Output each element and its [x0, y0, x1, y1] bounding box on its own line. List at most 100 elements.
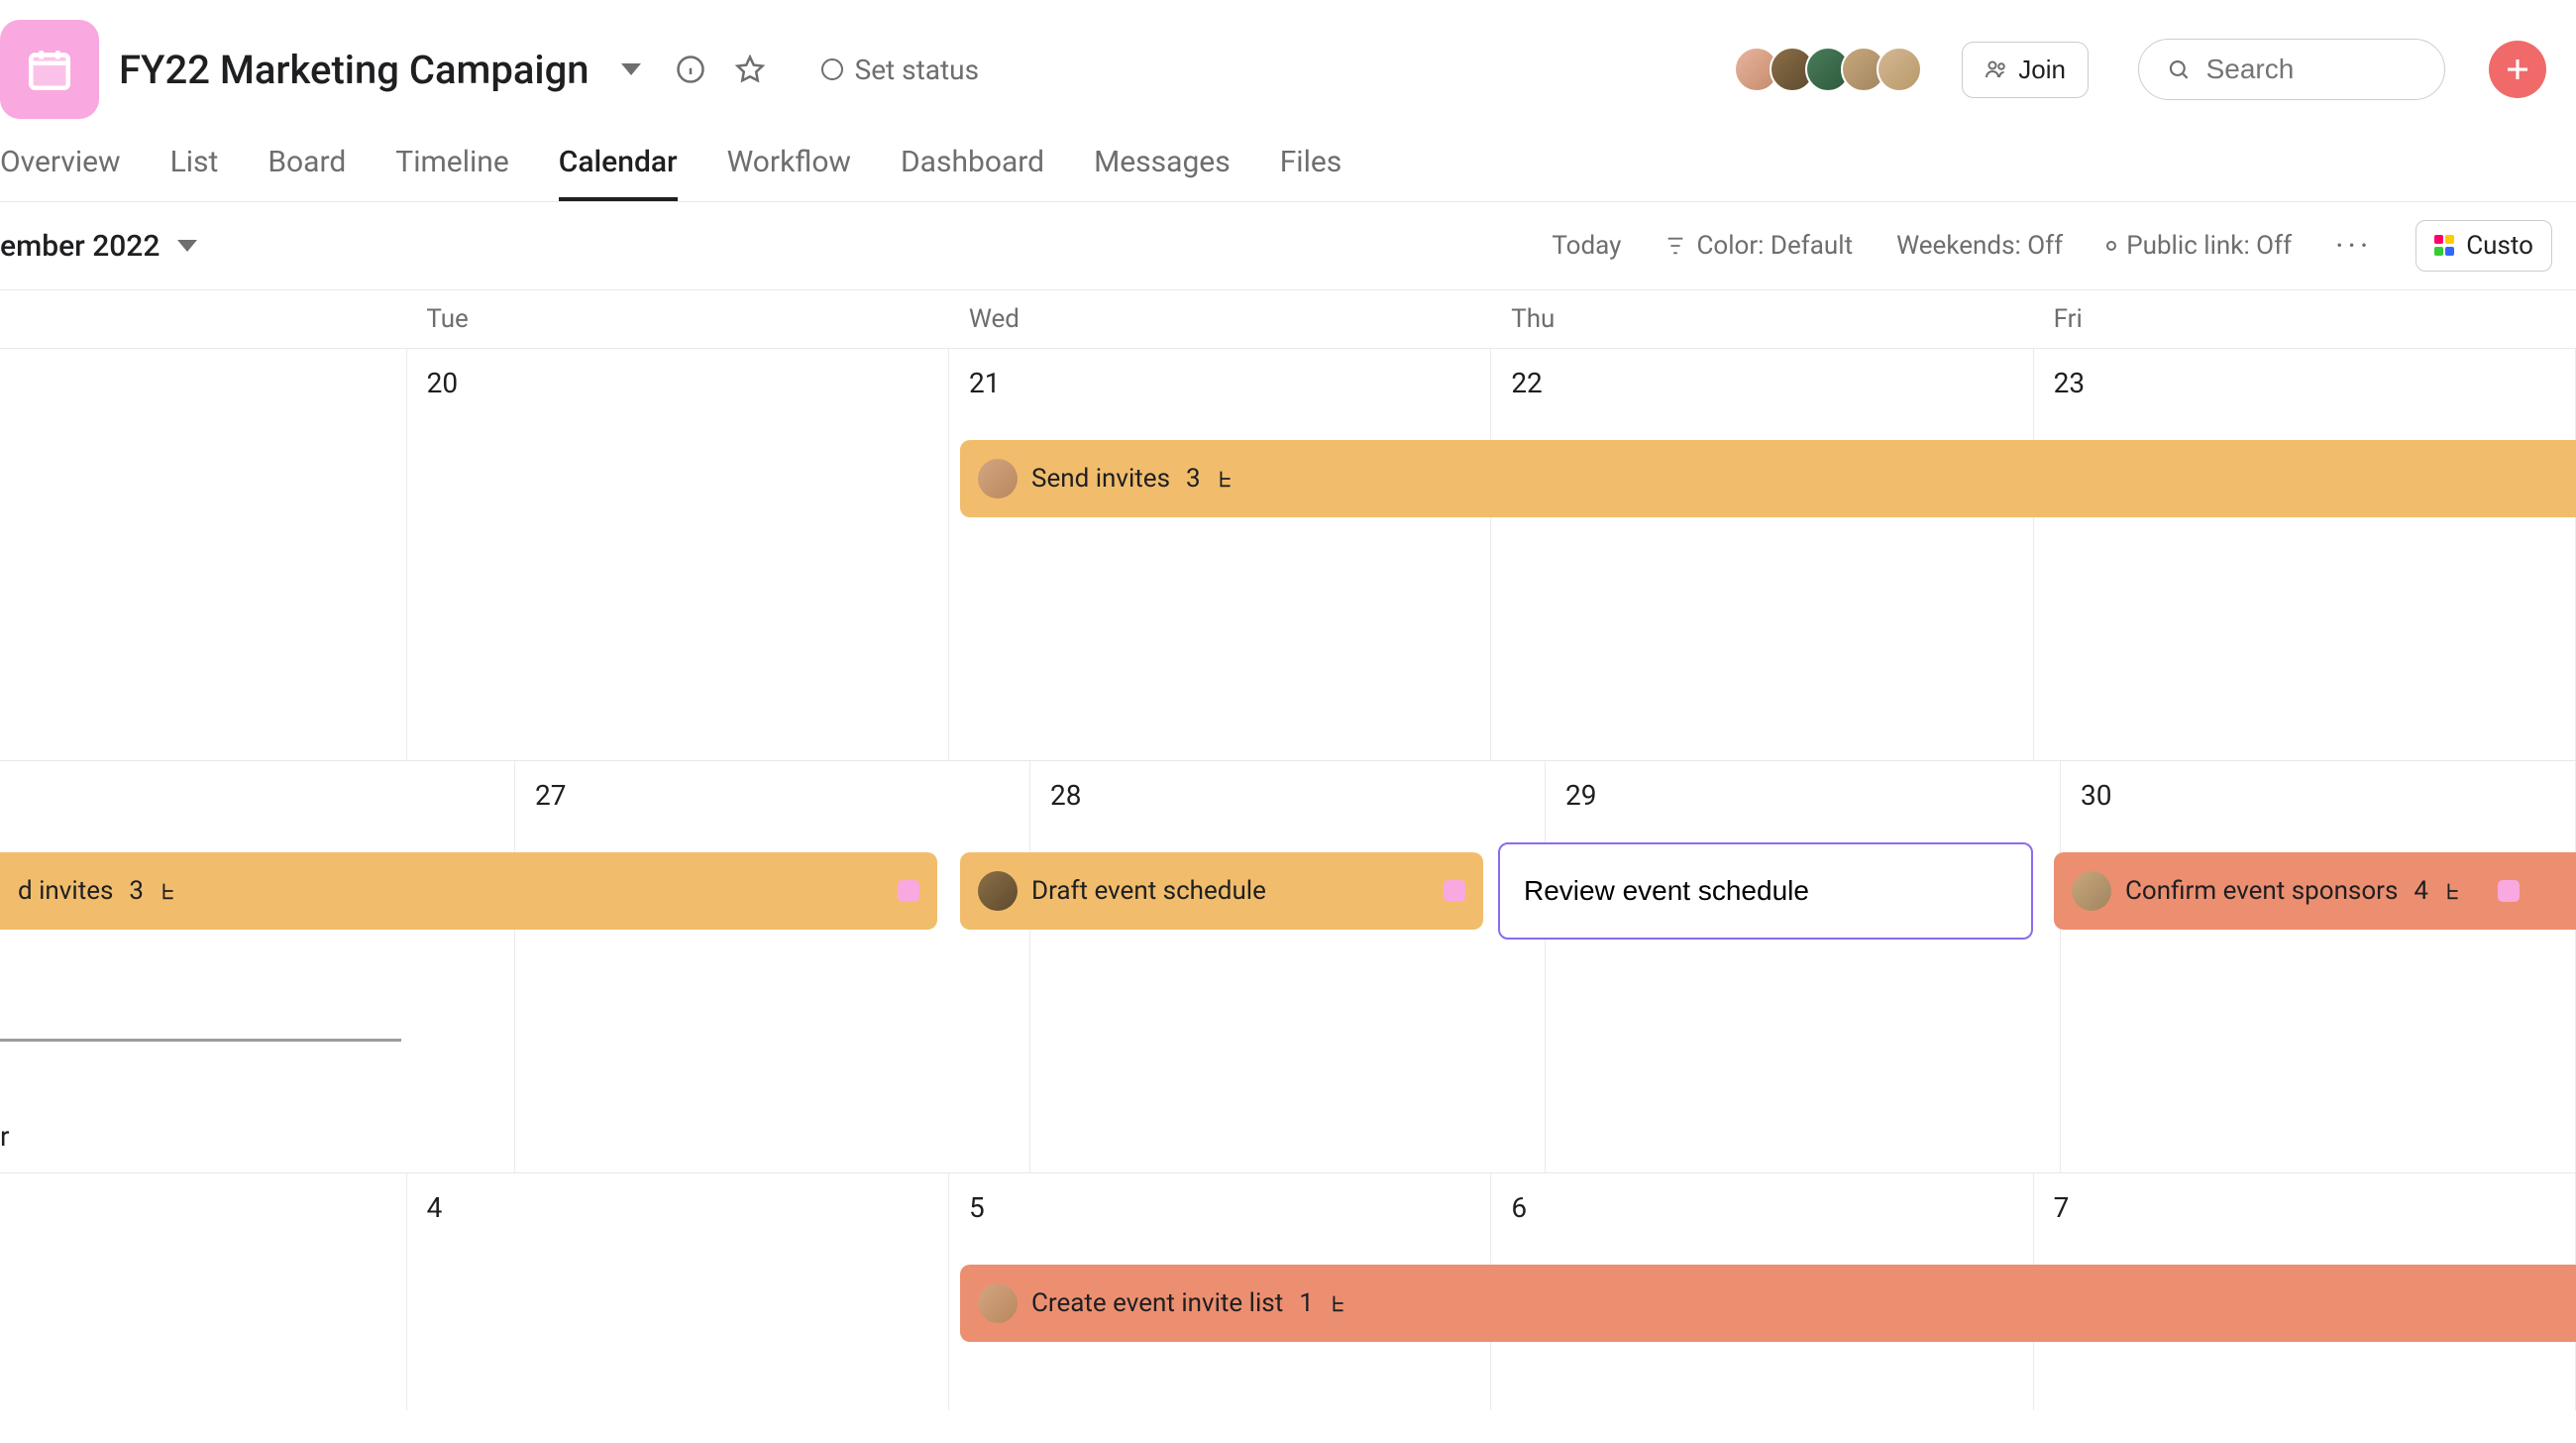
calendar-day-headers: Tue Wed Thu Fri — [0, 290, 2576, 348]
weekends-toggle[interactable]: Weekends: Off — [1896, 231, 2063, 261]
filter-icon — [1664, 235, 1686, 257]
date-number: 4 — [427, 1191, 443, 1224]
calendar-cell[interactable]: 4 — [407, 1173, 949, 1410]
date-number: 28 — [1050, 779, 1081, 812]
calendar-cell[interactable]: 29 — [1546, 761, 2061, 1172]
task-label: Draft event schedule — [1031, 876, 1266, 906]
circle-icon — [2106, 241, 2116, 251]
calendar-cell[interactable]: 20 — [407, 349, 949, 760]
task-create-invite-list[interactable]: Create event invite list 1 — [960, 1265, 2576, 1342]
tabs: Overview List Board Timeline Calendar Wo… — [0, 119, 2576, 202]
calendar-week-row: 4 5 6 7 Create event invite list 1 — [0, 1172, 2576, 1410]
task-subtask-count: 3 — [1186, 464, 1201, 494]
task-subtask-count: 4 — [2414, 876, 2428, 906]
task-subtask-count: 3 — [129, 876, 144, 906]
tab-calendar[interactable]: Calendar — [559, 145, 678, 201]
task-label: d invites — [18, 876, 113, 906]
date-number: 5 — [969, 1191, 985, 1224]
task-draft-schedule[interactable]: Draft event schedule — [960, 852, 1483, 930]
date-number: 22 — [1511, 367, 1542, 399]
calendar-cell[interactable] — [0, 1173, 407, 1410]
date-number: 20 — [427, 367, 458, 399]
info-icon[interactable] — [673, 52, 708, 87]
truncated-label: r — [0, 1120, 10, 1153]
day-header: Fri — [2034, 290, 2576, 348]
day-header: Tue — [406, 290, 948, 348]
avatar[interactable] — [1877, 47, 1922, 92]
date-number: 21 — [969, 367, 1000, 399]
search-box[interactable] — [2138, 39, 2445, 100]
project-tag-icon — [898, 880, 919, 902]
calendar-cell[interactable] — [0, 349, 407, 760]
day-header — [0, 290, 406, 348]
month-picker[interactable]: ember 2022 — [0, 229, 197, 264]
set-status-label: Set status — [855, 54, 979, 86]
search-icon — [2167, 56, 2191, 83]
more-menu[interactable]: ··· — [2335, 227, 2372, 265]
task-label: Send invites — [1031, 464, 1170, 494]
task-label: Create event invite list — [1031, 1288, 1283, 1318]
calendar-body: 20 21 22 23 Send invites 3 r 27 28 29 30… — [0, 348, 2576, 1410]
tab-timeline[interactable]: Timeline — [395, 145, 508, 201]
subtask-icon — [1215, 468, 1236, 490]
date-number: 6 — [1511, 1191, 1527, 1224]
project-icon — [0, 20, 99, 119]
people-icon — [1985, 57, 2008, 81]
join-button[interactable]: Join — [1962, 42, 2089, 98]
customize-button[interactable]: Custo — [2415, 220, 2552, 272]
avatar — [978, 871, 1018, 911]
subtask-icon — [1328, 1292, 1349, 1314]
task-confirm-sponsors[interactable]: Confirm event sponsors 4 — [2054, 852, 2576, 930]
calendar-cell[interactable]: 27 — [515, 761, 1030, 1172]
tab-overview[interactable]: Overview — [0, 145, 121, 201]
date-number: 7 — [2054, 1191, 2070, 1224]
tab-files[interactable]: Files — [1280, 145, 1342, 201]
tab-dashboard[interactable]: Dashboard — [901, 145, 1044, 201]
project-title: FY22 Marketing Campaign — [119, 47, 590, 93]
publiclink-label: Public link: Off — [2126, 231, 2292, 261]
add-button[interactable] — [2489, 41, 2546, 98]
color-grid-icon — [2434, 235, 2456, 257]
calendar-cell[interactable]: 22 — [1491, 349, 2033, 760]
avatar — [2072, 871, 2111, 911]
calendar-week-row: r 27 28 29 30 d invites 3 Draft event sc… — [0, 760, 2576, 1172]
calendar-cell[interactable]: 23 — [2034, 349, 2576, 760]
task-label: Confirm event sponsors — [2125, 876, 2398, 906]
day-header: Thu — [1491, 290, 2033, 348]
calendar-toolbar: ember 2022 Today Color: Default Weekends… — [0, 202, 2576, 290]
new-task-input[interactable] — [1524, 875, 2007, 907]
member-avatars[interactable] — [1744, 47, 1922, 92]
search-input[interactable] — [2206, 54, 2416, 85]
date-number: 23 — [2054, 367, 2085, 399]
tab-messages[interactable]: Messages — [1094, 145, 1231, 201]
day-header: Wed — [949, 290, 1491, 348]
tab-workflow[interactable]: Workflow — [727, 145, 851, 201]
project-tag-icon — [1444, 880, 1465, 902]
customize-label: Custo — [2466, 231, 2533, 261]
chevron-down-icon — [177, 240, 197, 252]
date-number: 29 — [1565, 779, 1596, 812]
tab-board[interactable]: Board — [268, 145, 346, 201]
avatar — [978, 459, 1018, 499]
calendar-cell[interactable]: r — [0, 761, 515, 1172]
calendar-cell[interactable]: 21 — [949, 349, 1491, 760]
today-button[interactable]: Today — [1552, 231, 1621, 261]
publiclink-toggle[interactable]: Public link: Off — [2106, 231, 2292, 261]
calendar-week-row: 20 21 22 23 Send invites 3 — [0, 348, 2576, 760]
calendar-cell[interactable]: 28 — [1030, 761, 1546, 1172]
task-input-review-schedule[interactable] — [1498, 842, 2033, 940]
tab-list[interactable]: List — [170, 145, 219, 201]
task-send-invites[interactable]: Send invites 3 — [960, 440, 2576, 517]
task-subtask-count: 1 — [1299, 1288, 1314, 1318]
star-icon[interactable] — [732, 52, 768, 87]
chevron-down-icon[interactable] — [613, 52, 649, 87]
calendar-cell[interactable]: 30 — [2061, 761, 2576, 1172]
color-filter[interactable]: Color: Default — [1664, 231, 1853, 261]
task-d-invites[interactable]: d invites 3 — [0, 852, 937, 930]
set-status-button[interactable]: Set status — [821, 54, 979, 86]
subtask-icon — [158, 880, 179, 902]
project-tag-icon — [2498, 880, 2520, 902]
header: FY22 Marketing Campaign Set status Join — [0, 0, 2576, 119]
month-label: ember 2022 — [0, 229, 160, 264]
plus-icon — [2503, 55, 2532, 84]
